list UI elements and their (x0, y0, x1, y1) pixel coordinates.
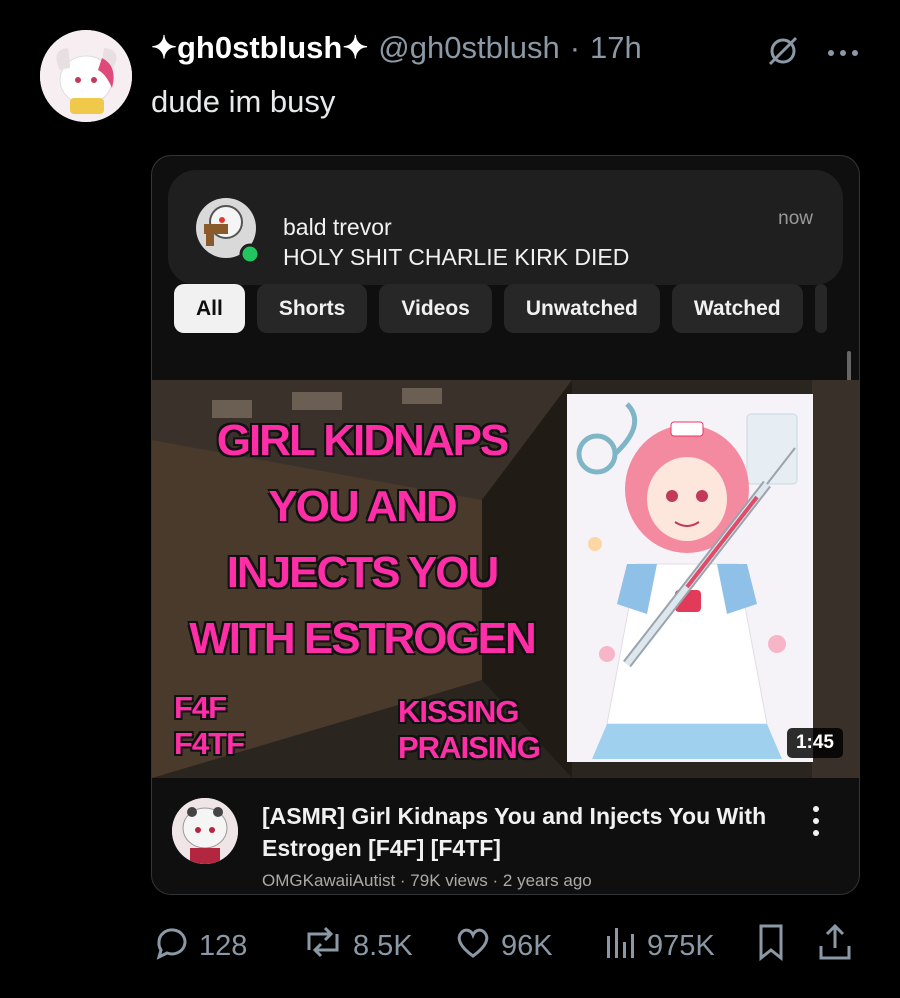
chip-overflow[interactable] (814, 284, 827, 333)
thumbnail-title-line: YOU AND (268, 482, 457, 531)
like-count: 96K (501, 929, 553, 962)
repost-button[interactable]: 8.5K (301, 922, 413, 970)
anime-nurse-illustration (567, 394, 813, 762)
post-header: ✦gh0stblush✦ @gh0stblush · 17h (151, 30, 642, 66)
video-thumbnail[interactable]: GIRL KIDNAPS YOU AND INJECTS YOU WITH ES… (152, 380, 859, 778)
chip-watched[interactable]: Watched (671, 284, 803, 333)
video-info[interactable]: [ASMR] Girl Kidnaps You and Injects You … (152, 778, 859, 894)
thumbnail-tag: F4TF (174, 726, 245, 761)
video-meta: OMGKawaiiAutist · 79K views · 2 years ag… (262, 871, 592, 890)
notification-sender: bald trevor (283, 214, 392, 240)
repost-count: 8.5K (353, 929, 413, 962)
thumbnail-title: GIRL KIDNAPS YOU AND INJECTS YOU WITH ES… (162, 408, 562, 672)
separator-dot: · (569, 30, 581, 65)
chip-all[interactable]: All (174, 284, 245, 333)
thumbnail-tags-right: KISSING PRAISING (398, 694, 541, 766)
display-name[interactable]: ✦gh0stblush✦ (151, 30, 368, 66)
like-button[interactable]: 96K (453, 922, 553, 970)
grok-icon[interactable] (766, 34, 800, 73)
notification-time: now (778, 208, 813, 229)
repost-icon (301, 922, 345, 970)
chip-unwatched[interactable]: Unwatched (503, 284, 660, 333)
thumbnail-tags-left: F4F F4TF (174, 690, 245, 762)
notification-avatar (192, 194, 264, 266)
thumbnail-tag: F4F (174, 690, 227, 725)
post-text: dude im busy (151, 84, 336, 119)
post-media[interactable]: bald trevor HOLY SHIT CHARLIE KIRK DIED … (151, 155, 860, 895)
post-time[interactable]: 17h (590, 30, 642, 66)
video-more-icon[interactable] (813, 806, 819, 836)
author-avatar[interactable] (40, 30, 132, 122)
like-icon (453, 922, 493, 970)
filter-chips: All Shorts Videos Unwatched Watched (174, 284, 827, 333)
video-title[interactable]: [ASMR] Girl Kidnaps You and Injects You … (262, 800, 782, 864)
views-count: 975K (647, 929, 715, 962)
chip-shorts[interactable]: Shorts (256, 284, 368, 333)
share-icon (817, 922, 853, 970)
post-actions: 128 8.5K 96K 975K (151, 922, 858, 972)
thumbnail-title-line: WITH ESTROGEN (189, 614, 537, 663)
handle[interactable]: @gh0stblush (378, 30, 559, 66)
reply-icon (151, 922, 191, 970)
bookmark-icon (755, 922, 787, 970)
views-icon (603, 922, 639, 970)
video-duration: 1:45 (786, 728, 843, 758)
thumbnail-tag: KISSING (398, 694, 519, 729)
chip-videos[interactable]: Videos (379, 284, 492, 333)
header-actions (766, 34, 860, 73)
share-button[interactable] (817, 922, 853, 970)
views-button[interactable]: 975K (603, 922, 715, 970)
more-icon[interactable] (826, 45, 860, 63)
thumbnail-tag: PRAISING (398, 730, 541, 765)
thumbnail-title-line: INJECTS YOU (226, 548, 500, 597)
notification-message: HOLY SHIT CHARLIE KIRK DIED (283, 244, 630, 270)
reply-button[interactable]: 128 (151, 922, 247, 970)
thumbnail-title-line: GIRL KIDNAPS (216, 416, 510, 465)
reply-count: 128 (199, 929, 248, 962)
bookmark-button[interactable] (755, 922, 787, 970)
notification-banner[interactable]: bald trevor HOLY SHIT CHARLIE KIRK DIED … (168, 170, 843, 285)
channel-avatar[interactable] (172, 798, 238, 864)
